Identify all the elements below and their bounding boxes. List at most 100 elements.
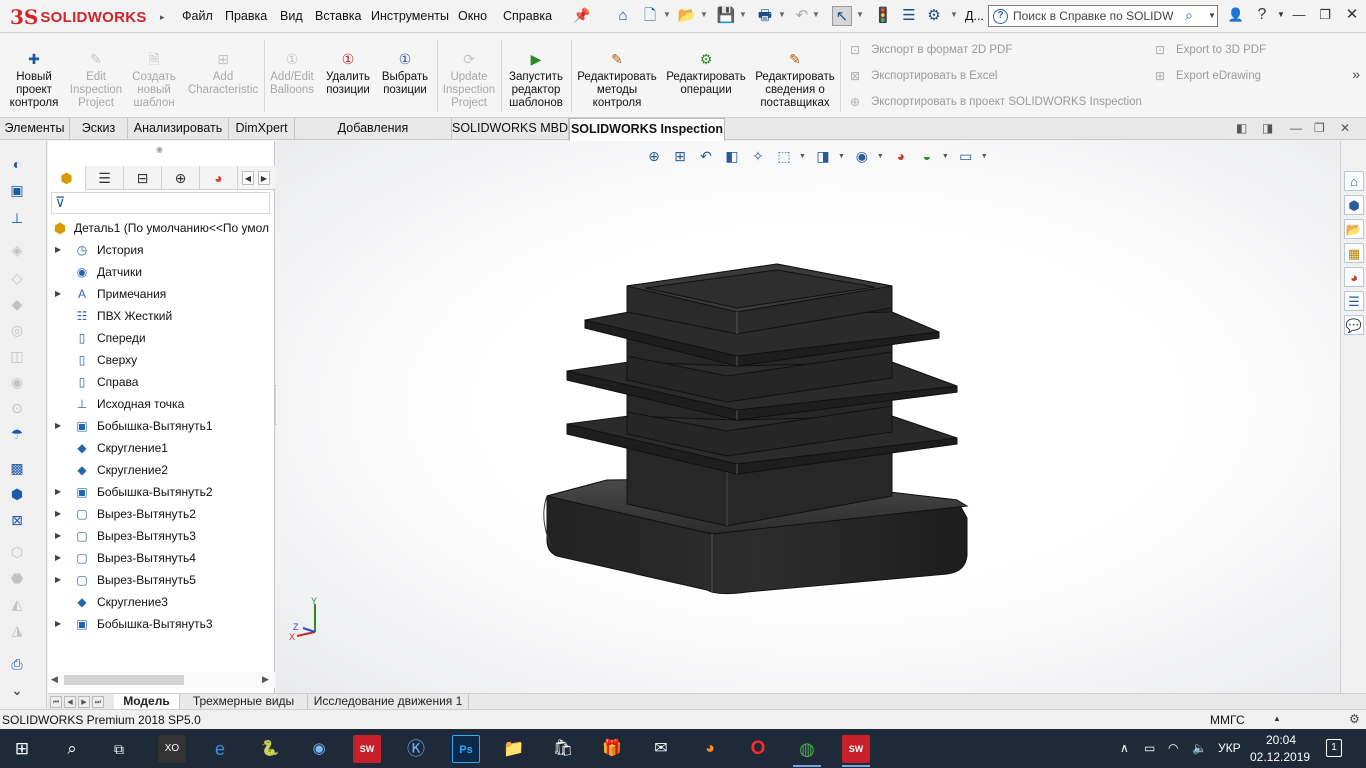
gift-app-icon[interactable]: 🎁: [598, 735, 626, 763]
restore-window-icon[interactable]: ❐: [1314, 4, 1336, 26]
print-dropdown-icon[interactable]: ▼: [778, 10, 786, 19]
pin-menu-icon[interactable]: 📌: [573, 7, 590, 24]
user-account-icon[interactable]: 👤: [1225, 4, 1247, 26]
first-tab-icon[interactable]: ⏮: [50, 696, 62, 708]
tree-horizontal-scrollbar[interactable]: ◀ ▶: [48, 672, 275, 688]
balloon-icon[interactable]: ◉: [8, 373, 26, 391]
tree-item[interactable]: ◆ Скругление2: [48, 459, 275, 481]
store-icon[interactable]: 🛍: [549, 735, 577, 763]
print-preview-icon[interactable]: ⎙: [8, 655, 26, 673]
scene-dropdown-icon[interactable]: ▼: [942, 153, 949, 160]
menu-view[interactable]: Вид: [280, 9, 303, 23]
clock-date[interactable]: 02.12.2019: [1250, 750, 1310, 764]
unit-system[interactable]: ММГС: [1210, 713, 1245, 727]
tree-item[interactable]: ▯ Сверху: [48, 349, 275, 371]
solidworks-logo[interactable]: 3S SOLIDWORKS: [10, 5, 147, 29]
help-search-input[interactable]: [1013, 8, 1173, 24]
new-dropdown-icon[interactable]: ▼: [663, 10, 671, 19]
export-inspection-project-button[interactable]: ⊕ Экспортировать в проект SOLIDWORKS Insp…: [847, 94, 1142, 110]
tree-item[interactable]: ▶ ◷ История: [48, 239, 275, 261]
task-view-icon[interactable]: ⧉: [105, 735, 133, 763]
tree-item[interactable]: ☷ ПВХ Жесткий: [48, 305, 275, 327]
select-items-button[interactable]: ① Выбрать позиции: [379, 34, 431, 118]
tabs-scroll-left-icon[interactable]: ◀: [242, 171, 254, 185]
mirror-icon[interactable]: ◭: [8, 595, 26, 613]
tab-model[interactable]: Модель: [114, 694, 180, 710]
tree-root-part[interactable]: ⬢ Деталь1 (По умолчанию<<По умол: [48, 217, 275, 239]
hide-show-dropdown-icon[interactable]: ▼: [877, 153, 884, 160]
expand-arrow-icon[interactable]: ▶: [55, 553, 61, 562]
show-hidden-icons-chevron-icon[interactable]: ∧: [1120, 741, 1129, 755]
dynamic-annotation-icon[interactable]: ✧: [747, 146, 769, 166]
tree-item[interactable]: ▶ A Примечания: [48, 283, 275, 305]
weld-symbol-icon[interactable]: ◆: [8, 295, 26, 313]
display-style-dropdown-icon[interactable]: ▼: [838, 153, 845, 160]
battery-icon[interactable]: ▭: [1144, 741, 1155, 755]
custom-properties-icon[interactable]: ☰: [1344, 291, 1364, 311]
feature-tree-tab-icon[interactable]: ⬢: [48, 166, 86, 190]
scroll-thumb[interactable]: [64, 675, 184, 685]
tree-item[interactable]: ▶ ▣ Бобышка-Вытянуть1: [48, 415, 275, 437]
edge-browser-icon[interactable]: e: [206, 735, 234, 763]
tab-sketch[interactable]: Эскиз: [70, 118, 128, 140]
menu-edit[interactable]: Правка: [225, 9, 267, 23]
surface-finish-icon[interactable]: ◇: [8, 269, 26, 287]
wifi-icon[interactable]: ◠: [1168, 741, 1178, 755]
reference-dimension-icon[interactable]: ▣: [8, 181, 26, 199]
export-3d-pdf-button[interactable]: ⊡ Export to 3D PDF: [1152, 42, 1266, 58]
launch-template-editor-button[interactable]: ▶ Запустить редактор шаблонов: [505, 34, 567, 118]
tab-solidworks-inspection[interactable]: SOLIDWORKS Inspection: [569, 118, 725, 141]
undo-dropdown-icon[interactable]: ▼: [812, 10, 820, 19]
menu-file[interactable]: Файл: [182, 9, 213, 23]
tree-item[interactable]: ▯ Справа: [48, 371, 275, 393]
appearance-icon[interactable]: ⬢: [8, 485, 26, 503]
menu-insert[interactable]: Вставка: [315, 9, 361, 23]
tab-dimxpert[interactable]: DimXpert: [229, 118, 295, 140]
tree-item[interactable]: ◆ Скругление3: [48, 591, 275, 613]
view-orientation-icon[interactable]: ⬚: [773, 146, 795, 166]
solidworks-resources-home-icon[interactable]: ⌂: [1344, 171, 1364, 191]
logo-dropdown-arrow-icon[interactable]: ▸: [160, 12, 165, 23]
edit-operations-button[interactable]: ⚙ Редактировать операции: [663, 34, 749, 118]
menu-window[interactable]: Окно: [458, 9, 487, 23]
section-view-icon[interactable]: ☂: [8, 425, 26, 443]
firefox-icon[interactable]: ◕: [696, 735, 724, 763]
file-properties-icon[interactable]: ☰: [899, 6, 919, 26]
save-icon[interactable]: 💾: [716, 6, 736, 26]
close-window-icon[interactable]: ✕: [1341, 4, 1363, 26]
expand-arrow-icon[interactable]: ▶: [55, 487, 61, 496]
toolbar-overflow[interactable]: Д...: [965, 9, 984, 23]
prev-tab-icon[interactable]: ◀: [64, 696, 76, 708]
next-tab-icon[interactable]: ▶: [78, 696, 90, 708]
open-dropdown-icon[interactable]: ▼: [700, 10, 708, 19]
windows-start-icon[interactable]: ⊞: [8, 735, 36, 763]
tabs-scroll-right-icon[interactable]: ▶: [258, 171, 270, 185]
appearances-icon[interactable]: ◕: [1344, 267, 1364, 287]
display-style-icon[interactable]: ◨: [812, 146, 834, 166]
search-dropdown-icon[interactable]: ▼: [1208, 11, 1216, 20]
chrome-icon[interactable]: ◍: [793, 735, 821, 767]
tree-item[interactable]: ▶ ▢ Вырез-Вытянуть5: [48, 569, 275, 591]
tree-item[interactable]: ◉ Датчики: [48, 261, 275, 283]
open-icon[interactable]: 📂: [677, 6, 697, 26]
tree-item[interactable]: ⊥ Исходная точка: [48, 393, 275, 415]
expand-arrow-icon[interactable]: ▶: [55, 531, 61, 540]
edit-appearance-icon[interactable]: ◕: [890, 146, 912, 166]
tile-right-icon[interactable]: ◨: [1262, 121, 1273, 135]
solidworks-2018-launcher-icon[interactable]: SW: [353, 735, 381, 763]
expand-arrow-icon[interactable]: ▶: [55, 619, 61, 628]
expand-arrow-icon[interactable]: ▶: [55, 509, 61, 518]
view-settings-dropdown-icon[interactable]: ▼: [981, 153, 988, 160]
delete-items-button[interactable]: ① Удалить позиции: [322, 34, 374, 118]
hide-show-items-icon[interactable]: ◉: [851, 146, 873, 166]
view-orientation-dropdown-icon[interactable]: ▼: [799, 153, 806, 160]
rebuild-icon[interactable]: 🚦: [873, 6, 893, 26]
apply-scene-icon[interactable]: ◒: [916, 146, 938, 166]
tab-solidworks-mbd[interactable]: SOLIDWORKS MBD: [452, 118, 569, 140]
photoshop-icon[interactable]: Ps: [452, 735, 480, 763]
previous-view-icon[interactable]: ↶: [695, 146, 717, 166]
tree-item[interactable]: ▶ ▣ Бобышка-Вытянуть2: [48, 481, 275, 503]
section-view-icon[interactable]: ◧: [721, 146, 743, 166]
kompas-icon[interactable]: Ⓚ: [402, 735, 430, 763]
view-palette-icon[interactable]: ▦: [1344, 243, 1364, 263]
